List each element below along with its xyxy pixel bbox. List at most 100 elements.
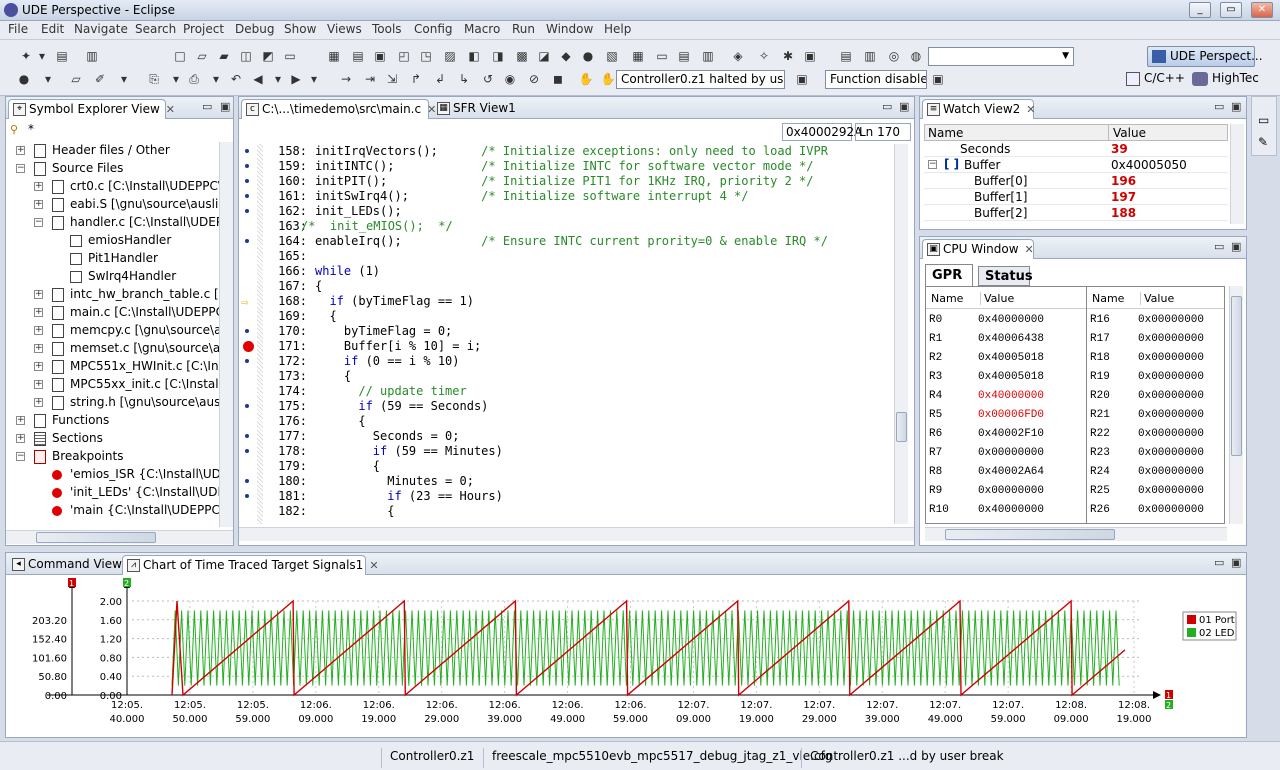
expand-icon[interactable]: +: [34, 326, 43, 335]
menu-views[interactable]: Views: [324, 22, 365, 36]
open-project-icon[interactable]: ▰: [216, 48, 232, 64]
window-icon[interactable]: ▭: [282, 48, 298, 64]
register-icon[interactable]: ◳: [418, 48, 434, 64]
step-back-icon[interactable]: ⎙: [186, 71, 202, 87]
code-line[interactable]: 166: while (1): [239, 264, 894, 279]
code-line[interactable]: 180: Minutes = 0;: [239, 474, 894, 489]
dropdown-icon[interactable]: ▾: [34, 48, 50, 64]
code-line[interactable]: 172: if (0 == i % 10): [239, 354, 894, 369]
save-icon[interactable]: ▤: [54, 48, 70, 64]
code-line[interactable]: 176: {: [239, 414, 894, 429]
code-line[interactable]: 159: initINTC(); /* Initialize INTC for s…: [239, 159, 894, 174]
watch-row[interactable]: −[ ] Buffer 0x40005050: [924, 157, 1228, 173]
dropdown-icon[interactable]: ▾: [208, 71, 224, 87]
tab-gpr[interactable]: GPR: [925, 264, 973, 286]
register-value[interactable]: 0x00000000: [1138, 311, 1204, 330]
tree-item[interactable]: + intc_hw_branch_table.c [C:\Inst: [6, 286, 219, 304]
menu-tools[interactable]: Tools: [369, 22, 405, 36]
menu-window[interactable]: Window: [543, 22, 596, 36]
reset-icon[interactable]: ↺: [480, 71, 496, 87]
tree-item[interactable]: − Breakpoints: [6, 448, 219, 466]
cpu-vscroll[interactable]: [1229, 286, 1243, 524]
hscroll-thumb[interactable]: [36, 532, 156, 543]
expand-icon[interactable]: +: [34, 362, 43, 371]
minimize-button[interactable]: _: [1189, 2, 1211, 18]
code-line[interactable]: 178: if (59 == Minutes): [239, 444, 894, 459]
tree-item[interactable]: + crt0.c [C:\Install\UDEPPC\High: [6, 178, 219, 196]
new-icon[interactable]: ✦: [18, 48, 34, 64]
loop-icon[interactable]: ↳: [456, 71, 472, 87]
code-line[interactable]: 182: {: [239, 504, 894, 519]
expand-icon[interactable]: +: [34, 308, 43, 317]
code-area[interactable]: 158: initIrqVectors(); /* Initialize exce…: [239, 144, 894, 524]
maximize-button[interactable]: ▭: [1220, 2, 1242, 18]
code-line[interactable]: 171: Buffer[i % 10] = i;: [239, 339, 894, 354]
sfr-icon[interactable]: ◨: [490, 48, 506, 64]
break-icon[interactable]: ◉: [502, 71, 518, 87]
maximize-view-icon[interactable]: ▣: [220, 100, 230, 113]
record-icon[interactable]: ◍: [908, 48, 924, 64]
brush-icon[interactable]: ✐: [92, 71, 108, 87]
code-line[interactable]: 162: init_LEDs();: [239, 204, 894, 219]
register-value[interactable]: 0x00000000: [1138, 463, 1204, 482]
menu-project[interactable]: Project: [180, 22, 227, 36]
watch-row[interactable]: Buffer[2] 188: [924, 205, 1228, 221]
menu-file[interactable]: File: [5, 22, 31, 36]
tree-item[interactable]: − handler.c [C:\Install\UDEPPC\I: [6, 214, 219, 232]
terminal-icon[interactable]: ▩: [514, 48, 530, 64]
back-arrow-icon[interactable]: ◀: [250, 71, 266, 87]
func-status-icon[interactable]: ▣: [930, 71, 946, 87]
collapse-icon[interactable]: −: [928, 160, 937, 169]
panel-icon[interactable]: ▭: [654, 48, 670, 64]
register-value[interactable]: 0x00000000: [1138, 406, 1204, 425]
globe-icon[interactable]: ●: [580, 48, 596, 64]
expand-icon[interactable]: +: [16, 146, 25, 155]
grab-icon[interactable]: ✋: [600, 71, 616, 87]
dropdown-icon[interactable]: ▾: [168, 71, 184, 87]
register-value[interactable]: 0x40000000: [978, 501, 1044, 520]
close-button[interactable]: ✕: [1251, 2, 1273, 18]
log-icon[interactable]: ▥: [700, 48, 716, 64]
tree-item[interactable]: Pit1Handler: [6, 250, 219, 268]
menu-config[interactable]: Config: [411, 22, 456, 36]
tree-item[interactable]: + Functions: [6, 412, 219, 430]
menu-help[interactable]: Help: [601, 22, 634, 36]
tree-item[interactable]: SwIrq4Handler: [6, 268, 219, 286]
vscroll-thumb[interactable]: [896, 412, 907, 442]
tab-cpu-window[interactable]: ▣ CPU Window ✕: [922, 239, 1034, 259]
undo-icon[interactable]: ↶: [228, 71, 244, 87]
register-value[interactable]: 0x00000000: [978, 482, 1044, 501]
symbol-tree-vscroll[interactable]: [219, 142, 233, 527]
view-icon[interactable]: ◪: [536, 48, 552, 64]
chart-icon[interactable]: ▧: [604, 48, 620, 64]
register-value[interactable]: 0x40002F10: [978, 425, 1044, 444]
code-line[interactable]: 164: enableIrq(); /* Ensure INTC current …: [239, 234, 894, 249]
expand-icon[interactable]: +: [34, 290, 43, 299]
tree-item[interactable]: + MPC55xx_init.c [C:\Install\UDE: [6, 376, 219, 394]
tab-watch-view[interactable]: ≡ Watch View2 ✕: [922, 99, 1036, 119]
dropdown-icon[interactable]: ▾: [116, 71, 132, 87]
code-line[interactable]: 163:/* init_eMIOS(); */: [239, 219, 894, 234]
watch-icon[interactable]: ◰: [396, 48, 412, 64]
register-value[interactable]: 0x40006438: [978, 330, 1044, 349]
tree-item[interactable]: emiosHandler: [6, 232, 219, 250]
code-line[interactable]: 174: // update timer: [239, 384, 894, 399]
register-value[interactable]: 0x00000000: [1138, 330, 1204, 349]
tree-item[interactable]: + Header files / Other: [6, 142, 219, 160]
code-line[interactable]: 177: Seconds = 0;: [239, 429, 894, 444]
hscroll-thumb[interactable]: [945, 529, 1115, 540]
expand-icon[interactable]: +: [34, 200, 43, 209]
register-value[interactable]: 0x00000000: [978, 444, 1044, 463]
expand-icon[interactable]: +: [16, 434, 25, 443]
collapse-icon[interactable]: −: [16, 164, 25, 173]
maximize-view-icon[interactable]: ▣: [1231, 240, 1241, 253]
tree-item[interactable]: + memset.c [\gnu\source\auslie: [6, 340, 219, 358]
editor-hscroll[interactable]: [239, 527, 914, 541]
register-value[interactable]: 0x40002A64: [978, 463, 1044, 482]
step-into-icon[interactable]: ⇥: [362, 71, 378, 87]
stop-icon[interactable]: ⊘: [526, 71, 542, 87]
register-value[interactable]: 0x40000000: [978, 311, 1044, 330]
register-value[interactable]: 0x00000000: [1138, 387, 1204, 406]
return-icon[interactable]: ↲: [432, 71, 448, 87]
menu-show[interactable]: Show: [281, 22, 319, 36]
